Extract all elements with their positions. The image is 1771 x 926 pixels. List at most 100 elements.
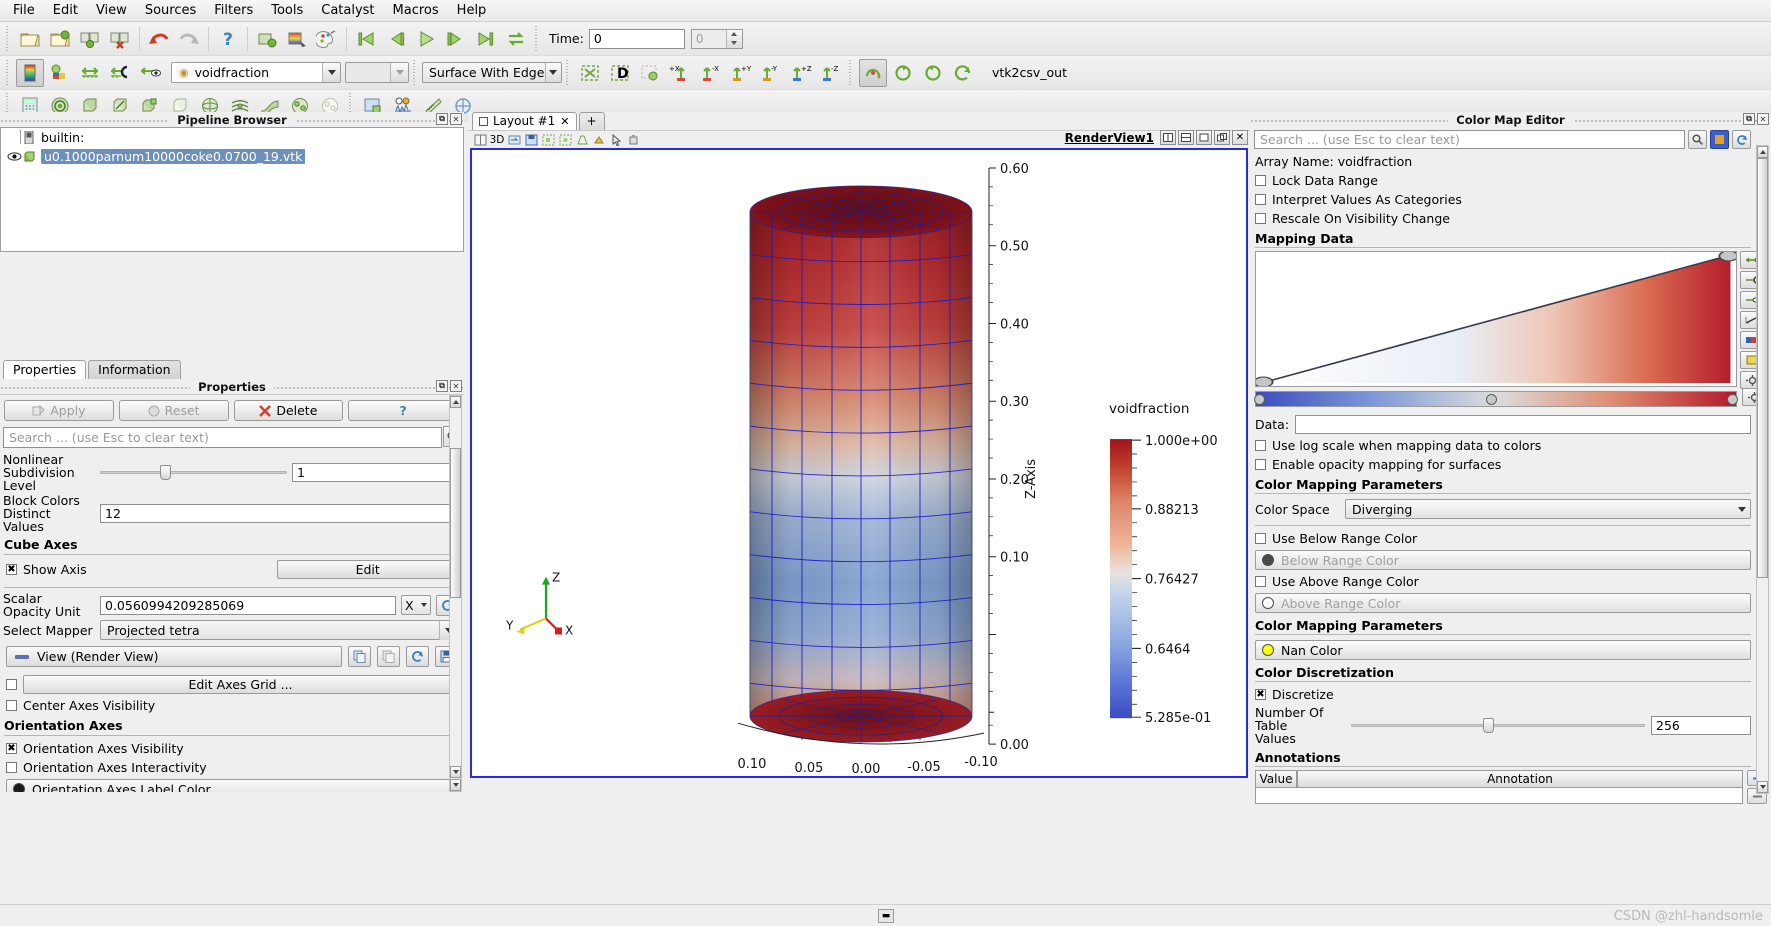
- save-state-icon[interactable]: [76, 25, 104, 53]
- search-toggle-icon[interactable]: [1688, 130, 1707, 149]
- rotate-90-icon[interactable]: [859, 59, 887, 87]
- view-render-view-section[interactable]: View (Render View): [6, 646, 342, 667]
- paste-properties-icon[interactable]: [377, 646, 400, 667]
- above-range-color-button[interactable]: Above Range Color: [1255, 593, 1751, 613]
- close-icon[interactable]: ✕: [1757, 113, 1769, 125]
- menu-item-macros[interactable]: Macros: [384, 1, 448, 20]
- opacity-mapping-checkbox[interactable]: [1255, 459, 1266, 470]
- lock-data-range-checkbox[interactable]: [1255, 175, 1266, 186]
- rescale-on-visibility-checkbox[interactable]: [1255, 213, 1266, 224]
- number-of-table-values-input[interactable]: 256: [1651, 716, 1751, 735]
- play-icon[interactable]: [412, 25, 440, 53]
- render-view-canvas[interactable]: 0.60 0.50 0.40 0.30 0.20 0.10 0.00 Z-Axi…: [470, 148, 1248, 778]
- split-horizontal-button[interactable]: [1160, 130, 1176, 145]
- transfer-function-editor[interactable]: [1255, 251, 1737, 387]
- select-frustum-icon[interactable]: [574, 132, 590, 148]
- edit-color-legend-icon[interactable]: [46, 59, 74, 87]
- undock-icon[interactable]: ⧉: [1743, 113, 1755, 125]
- select-points-icon[interactable]: [557, 132, 573, 148]
- zoom-to-data-icon[interactable]: D: [606, 59, 634, 87]
- select-mapper-combo[interactable]: Projected tetra: [100, 620, 458, 640]
- copy-properties-icon[interactable]: [348, 646, 371, 667]
- camera-minus-x-icon[interactable]: -X: [696, 59, 724, 87]
- visibility-eye-icon[interactable]: [5, 151, 23, 162]
- open-file-icon[interactable]: [16, 25, 44, 53]
- close-icon[interactable]: ✕: [450, 380, 462, 392]
- next-frame-icon[interactable]: [442, 25, 470, 53]
- color-map-search-input[interactable]: Search ... (use Esc to clear text): [1254, 130, 1685, 149]
- number-of-table-values-slider[interactable]: [1351, 719, 1645, 733]
- advanced-properties-icon[interactable]: [1710, 130, 1729, 149]
- nan-color-button[interactable]: Nan Color: [1255, 640, 1751, 660]
- screenshot-icon[interactable]: [283, 25, 311, 53]
- help-icon[interactable]: ?: [214, 25, 242, 53]
- annotations-value-column[interactable]: Value: [1255, 770, 1297, 788]
- rescale-to-custom-range-icon[interactable]: [106, 59, 134, 87]
- loop-icon[interactable]: [502, 25, 530, 53]
- transfer-handle-left[interactable]: [1254, 394, 1265, 405]
- menu-item-sources[interactable]: Sources: [136, 1, 205, 20]
- pipeline-root-row[interactable]: builtin:: [1, 128, 463, 147]
- edit-axes-grid-button[interactable]: Edit Axes Grid ...: [23, 675, 458, 694]
- first-frame-icon[interactable]: [352, 25, 380, 53]
- reset-rotation-icon[interactable]: [949, 59, 977, 87]
- block-colors-input[interactable]: 12: [100, 504, 458, 523]
- nonlinear-subdivision-input[interactable]: 1: [292, 463, 458, 482]
- log-scale-checkbox[interactable]: [1255, 440, 1266, 451]
- camera-save-icon[interactable]: [523, 132, 539, 148]
- select-block-icon[interactable]: [591, 132, 607, 148]
- menu-item-filters[interactable]: Filters: [205, 1, 262, 20]
- data-input[interactable]: [1295, 415, 1751, 434]
- show-axis-checkbox[interactable]: ✖: [6, 564, 17, 575]
- menu-item-view[interactable]: View: [87, 1, 136, 20]
- close-icon[interactable]: ✕: [450, 113, 462, 125]
- axes-grid-checkbox[interactable]: [6, 679, 17, 690]
- select-cells-icon[interactable]: [540, 132, 556, 148]
- orientation-axes-visibility-checkbox[interactable]: ✖: [6, 743, 17, 754]
- camera-plus-y-icon[interactable]: +Y: [726, 59, 754, 87]
- scalar-opacity-unit-input[interactable]: 0.0560994209285069: [100, 596, 396, 615]
- split-vertical-button[interactable]: [1178, 130, 1194, 145]
- properties-search-input[interactable]: Search ... (use Esc to clear text): [3, 427, 442, 448]
- undock-view-button[interactable]: [1214, 130, 1230, 145]
- toolbar-grip[interactable]: [534, 26, 541, 52]
- representation-combo[interactable]: Surface With Edges: [422, 62, 562, 83]
- menu-item-help[interactable]: Help: [448, 1, 496, 20]
- frame-stepper[interactable]: 0: [691, 29, 743, 49]
- chevron-down-icon[interactable]: [322, 63, 340, 82]
- annotations-table-body[interactable]: [1255, 788, 1743, 804]
- menu-item-edit[interactable]: Edit: [44, 1, 87, 20]
- properties-help-button[interactable]: ?: [348, 400, 458, 421]
- status-widget[interactable]: ▬: [878, 909, 894, 923]
- chevron-down-icon[interactable]: [418, 596, 430, 615]
- menu-item-file[interactable]: File: [4, 1, 44, 20]
- apply-button[interactable]: Apply: [4, 400, 114, 421]
- close-view-button[interactable]: ✕: [1232, 130, 1248, 145]
- camera-undo-icon[interactable]: [506, 132, 522, 148]
- reset-camera-icon[interactable]: [576, 59, 604, 87]
- color-array-combo[interactable]: ◉ voidfraction: [171, 62, 341, 83]
- nonlinear-subdivision-slider[interactable]: [100, 466, 287, 480]
- previous-frame-icon[interactable]: [382, 25, 410, 53]
- cube-axes-edit-button[interactable]: Edit: [277, 560, 458, 579]
- toolbar-grip[interactable]: [5, 26, 12, 52]
- scrollbar-thumb[interactable]: [1757, 158, 1768, 578]
- restore-defaults-icon[interactable]: [1732, 130, 1751, 149]
- scroll-up-icon[interactable]: [1757, 146, 1768, 158]
- frame-stepper-arrows[interactable]: [726, 30, 742, 48]
- orientation-axes-label-color-button[interactable]: Orientation Axes Label Color: [6, 779, 458, 792]
- pipeline-tree[interactable]: builtin: u0.1000parnum10000coke0.0700_19…: [0, 127, 464, 252]
- use-below-range-color-checkbox[interactable]: [1255, 533, 1266, 544]
- color-transfer-strip[interactable]: [1255, 391, 1737, 407]
- time-input[interactable]: 0: [589, 29, 685, 49]
- camera-plus-x-icon[interactable]: +X: [666, 59, 694, 87]
- undo-icon[interactable]: [145, 25, 173, 53]
- rotate-ccw-icon[interactable]: [889, 59, 917, 87]
- orientation-axes-interactivity-checkbox[interactable]: [6, 762, 17, 773]
- rescale-to-data-range-icon[interactable]: [76, 59, 104, 87]
- scrollbar-thumb[interactable]: [450, 448, 461, 598]
- view-3d-label[interactable]: 3D: [489, 132, 505, 148]
- color-palette-icon[interactable]: [313, 25, 341, 53]
- scroll-down-icon[interactable]: [450, 766, 461, 778]
- undock-icon[interactable]: ⧉: [436, 113, 448, 125]
